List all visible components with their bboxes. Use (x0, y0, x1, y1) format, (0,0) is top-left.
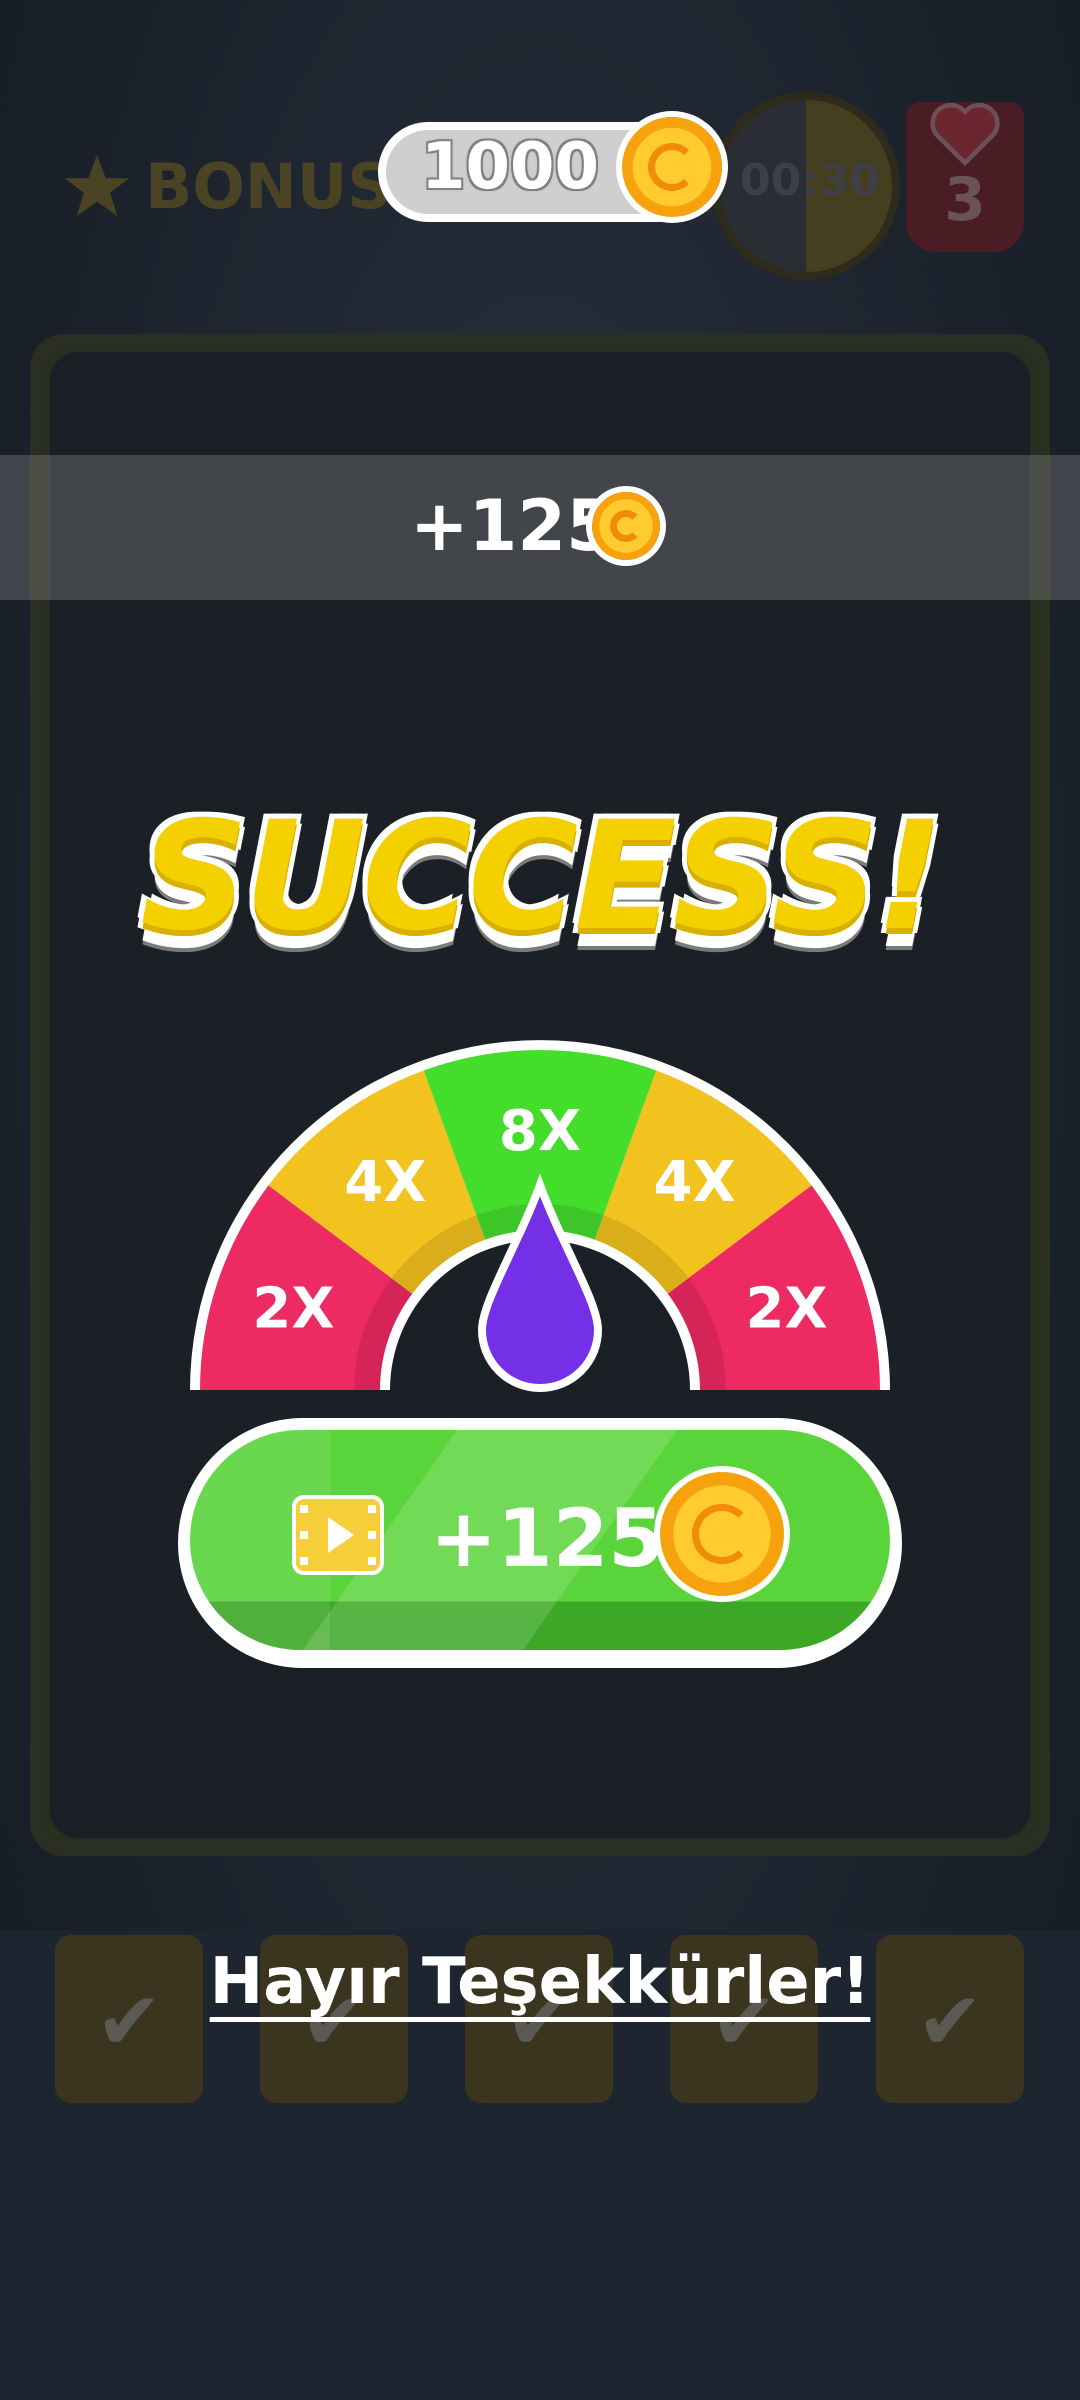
video-play-icon (292, 1495, 384, 1575)
meter-segment-label: 2X (252, 1277, 334, 1342)
bonus-star-icon (64, 154, 130, 217)
multiplier-meter: 2X4X8X4X2X (190, 1040, 890, 1392)
reward-amount: +125 (410, 485, 615, 567)
success-title: SUCCESS! (140, 790, 944, 964)
no-thanks-link[interactable]: Hayır Teşekkürler! (0, 1945, 1080, 2019)
lives-count: 3 (944, 165, 986, 235)
coin-icon (592, 492, 660, 560)
meter-segment-label: 2X (745, 1277, 827, 1342)
coin-balance-value: 1000 (420, 130, 600, 204)
meter-segment-label: 8X (499, 1099, 581, 1164)
coin-icon (660, 1472, 784, 1596)
heart-icon (930, 102, 1000, 166)
bonus-label: BONUS (145, 150, 392, 223)
meter-segment-label: 4X (654, 1150, 736, 1215)
timer-text: 00:30 (740, 155, 881, 206)
claim-amount: +125 (430, 1492, 665, 1585)
no-thanks-label[interactable]: Hayır Teşekkürler! (210, 1945, 871, 2019)
coin-icon (622, 117, 722, 217)
meter-segment-label: 4X (344, 1150, 426, 1215)
